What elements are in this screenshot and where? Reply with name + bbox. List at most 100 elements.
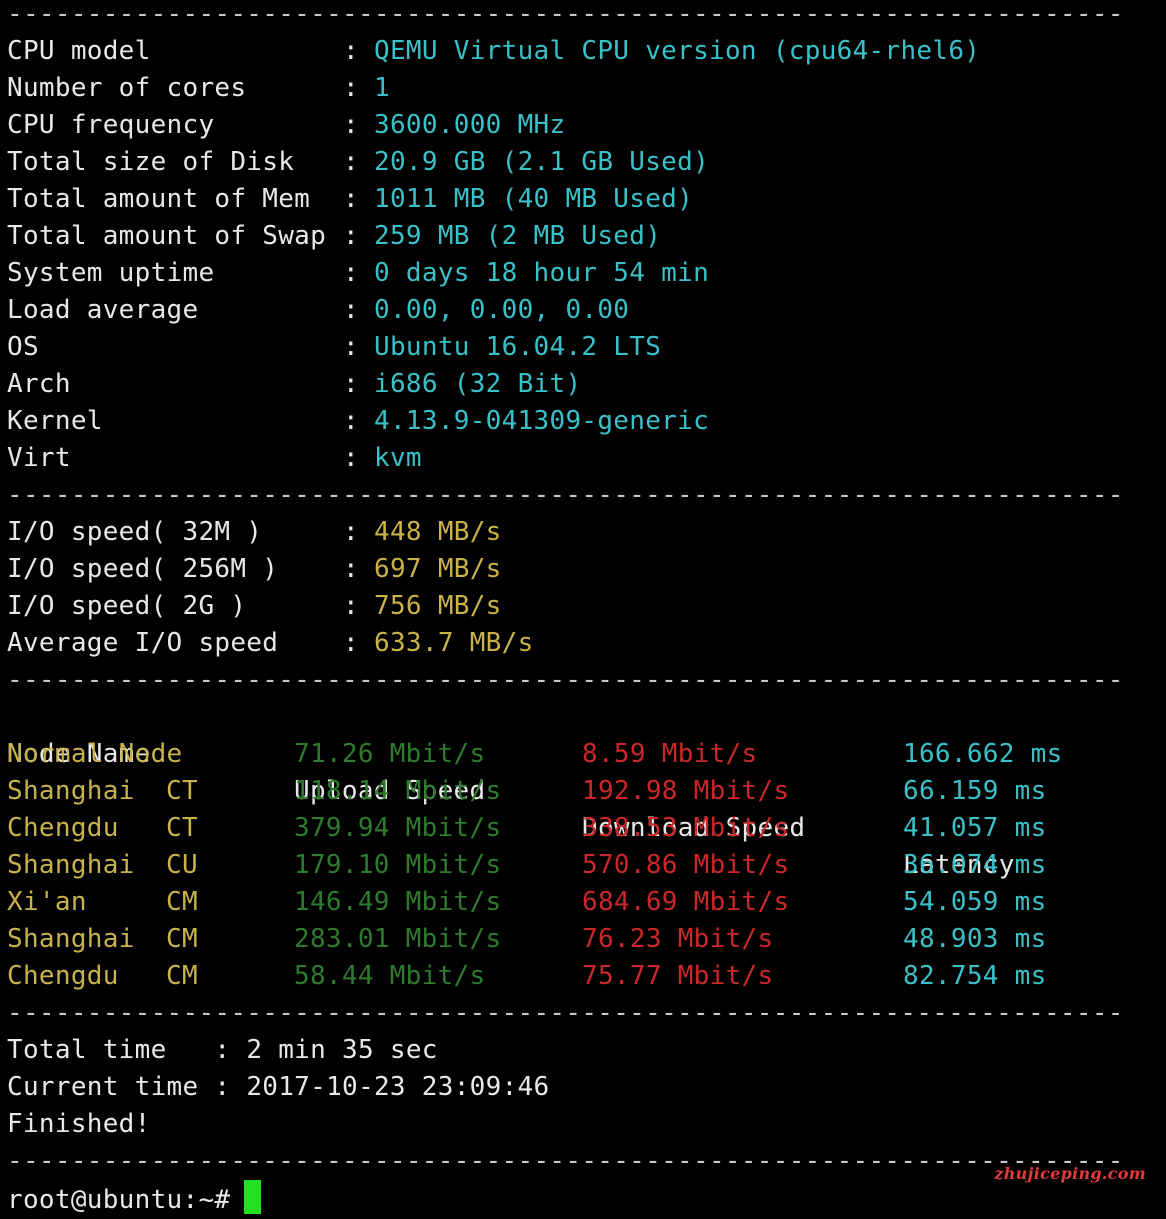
info-key: System uptime — [7, 258, 215, 288]
info-colon: : — [343, 110, 359, 140]
io-key: I/O speed( 32M ) — [7, 517, 263, 547]
node-name: Xi'an — [7, 887, 87, 917]
download-speed: 75.77 Mbit/s — [582, 961, 774, 991]
info-colon: : — [343, 184, 359, 214]
info-key: CPU frequency — [7, 110, 215, 140]
node-name: Chengdu — [7, 961, 119, 991]
upload-speed: 58.44 Mbit/s — [294, 961, 486, 991]
info-colon: : — [343, 73, 359, 103]
node-name: Chengdu — [7, 813, 119, 843]
node-isp: CT — [166, 776, 198, 806]
io-colon: : — [343, 517, 359, 547]
info-colon: : — [343, 221, 359, 251]
info-colon: : — [343, 406, 359, 436]
node-name: Shanghai — [7, 924, 135, 954]
download-speed: 76.23 Mbit/s — [582, 924, 774, 954]
info-value: kvm — [374, 443, 422, 473]
node-isp: CT — [166, 813, 198, 843]
info-colon: : — [343, 443, 359, 473]
io-key: I/O speed( 256M ) — [7, 554, 279, 584]
info-key: Total amount of Mem — [7, 184, 311, 214]
info-value: 1011 MB (40 MB Used) — [374, 184, 694, 214]
node-isp: CM — [166, 924, 198, 954]
download-speed: 8.59 Mbit/s — [582, 739, 758, 769]
info-value: 1 — [374, 73, 390, 103]
info-key: Kernel — [7, 406, 103, 436]
node-name: Normal Node — [7, 739, 183, 769]
node-isp: CM — [166, 887, 198, 917]
info-colon: : — [343, 147, 359, 177]
latency: 48.903 ms — [903, 924, 1047, 954]
separator-line: ----------------------------------------… — [7, 998, 1124, 1028]
info-key: Number of cores — [7, 73, 247, 103]
shell-prompt-line[interactable]: root@ubuntu:~# — [7, 1180, 262, 1217]
latency: 54.059 ms — [903, 887, 1047, 917]
info-colon: : — [343, 332, 359, 362]
separator-line: ----------------------------------------… — [7, 480, 1124, 510]
node-isp: CU — [166, 850, 198, 880]
io-value: 448 MB/s — [374, 517, 502, 547]
info-value: 259 MB (2 MB Used) — [374, 221, 662, 251]
info-value: 20.9 GB (2.1 GB Used) — [374, 147, 710, 177]
latency: 166.662 ms — [903, 739, 1063, 769]
info-value: 3600.000 MHz — [374, 110, 566, 140]
info-key: Arch — [7, 369, 71, 399]
info-value: 4.13.9-041309-generic — [374, 406, 710, 436]
info-key: OS — [7, 332, 39, 362]
io-key: I/O speed( 2G ) — [7, 591, 247, 621]
io-value: 756 MB/s — [374, 591, 502, 621]
info-key: CPU model — [7, 36, 151, 66]
node-name: Shanghai — [7, 850, 135, 880]
info-colon: : — [343, 295, 359, 325]
info-key: Load average — [7, 295, 199, 325]
info-key: Total amount of Swap — [7, 221, 327, 251]
total-time-line: Total time : 2 min 35 sec — [7, 1032, 438, 1069]
info-key: Total size of Disk — [7, 147, 295, 177]
io-value: 633.7 MB/s — [374, 628, 534, 658]
upload-speed: 118.14 Mbit/s — [294, 776, 502, 806]
io-colon: : — [343, 554, 359, 584]
shell-prompt: root@ubuntu:~# — [7, 1185, 231, 1215]
upload-speed: 146.49 Mbit/s — [294, 887, 502, 917]
speed-table-header: Node Name Upload Speed Download Speed La… — [7, 699, 1014, 880]
io-value: 697 MB/s — [374, 554, 502, 584]
node-isp: CM — [166, 961, 198, 991]
latency: 66.159 ms — [903, 776, 1047, 806]
current-time-value: 2017-10-23 23:09:46 — [246, 1072, 550, 1102]
upload-speed: 283.01 Mbit/s — [294, 924, 502, 954]
download-speed: 192.98 Mbit/s — [582, 776, 790, 806]
upload-speed: 179.10 Mbit/s — [294, 850, 502, 880]
info-colon: : — [343, 36, 359, 66]
upload-speed: 379.94 Mbit/s — [294, 813, 502, 843]
separator-line: ----------------------------------------… — [7, 1146, 1124, 1176]
io-colon: : — [343, 628, 359, 658]
download-speed: 684.69 Mbit/s — [582, 887, 790, 917]
info-value: Ubuntu 16.04.2 LTS — [374, 332, 662, 362]
finished-message: Finished! — [7, 1109, 151, 1139]
text-cursor[interactable] — [244, 1180, 262, 1214]
download-speed: 570.86 Mbit/s — [582, 850, 790, 880]
latency: 82.754 ms — [903, 961, 1047, 991]
io-colon: : — [343, 591, 359, 621]
info-value: i686 (32 Bit) — [374, 369, 582, 399]
separator-line: ----------------------------------------… — [7, 0, 1124, 29]
watermark-text: zhujiceping.com — [994, 1164, 1146, 1183]
upload-speed: 71.26 Mbit/s — [294, 739, 486, 769]
latency: 36.074 ms — [903, 850, 1047, 880]
info-value: 0.00, 0.00, 0.00 — [374, 295, 630, 325]
download-speed: 338.53 Mbit/s — [582, 813, 790, 843]
info-key: Virt — [7, 443, 71, 473]
io-key: Average I/O speed — [7, 628, 279, 658]
latency: 41.057 ms — [903, 813, 1047, 843]
total-time-value: 2 min 35 sec — [246, 1035, 438, 1065]
separator-line: ----------------------------------------… — [7, 665, 1124, 695]
terminal-window[interactable]: ----------------------------------------… — [0, 0, 1166, 1216]
total-time-label: Total time : — [7, 1035, 247, 1065]
info-value: QEMU Virtual CPU version (cpu64-rhel6) — [374, 36, 981, 66]
info-value: 0 days 18 hour 54 min — [374, 258, 710, 288]
current-time-line: Current time : 2017-10-23 23:09:46 — [7, 1069, 549, 1106]
current-time-label: Current time : — [7, 1072, 247, 1102]
info-colon: : — [343, 369, 359, 399]
info-colon: : — [343, 258, 359, 288]
node-name: Shanghai — [7, 776, 135, 806]
